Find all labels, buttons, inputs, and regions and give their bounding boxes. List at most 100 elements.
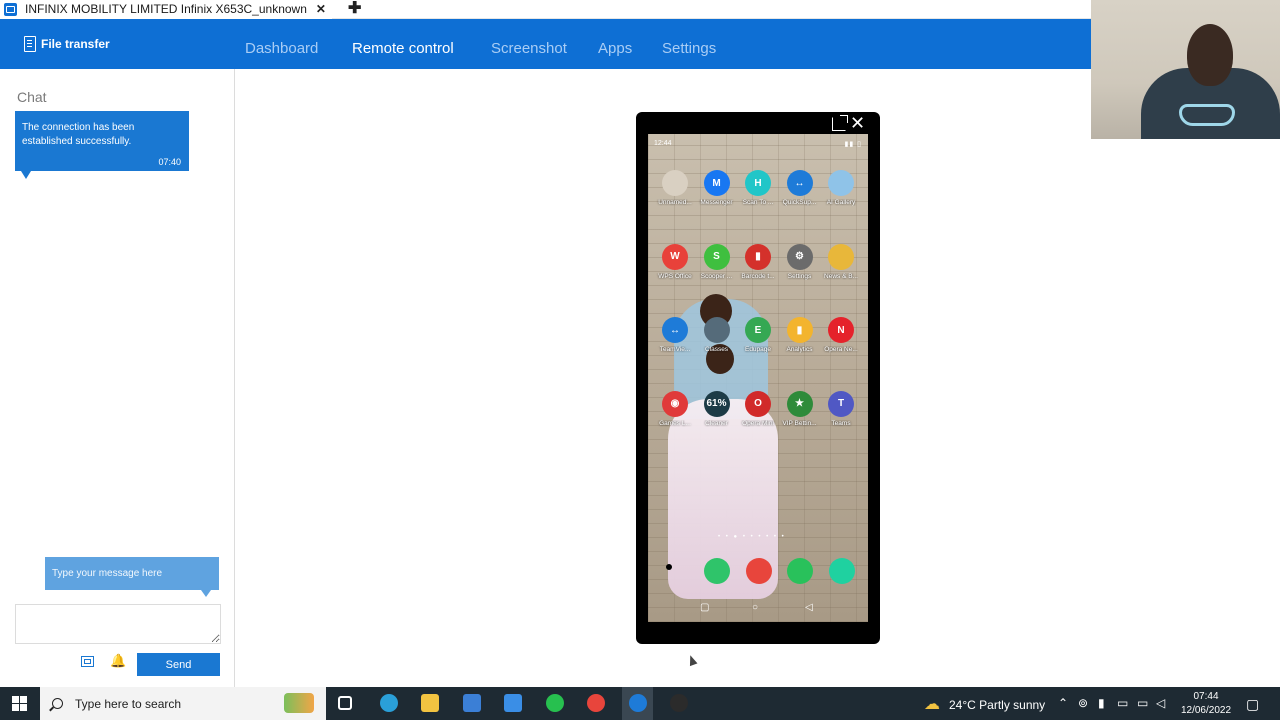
send-button[interactable]: Send	[137, 653, 220, 676]
app-3[interactable]: H Scan To ...	[737, 170, 779, 206]
task-view-icon[interactable]	[338, 696, 352, 710]
app-11[interactable]: ↔ TeamVie...	[654, 317, 696, 353]
edge-icon[interactable]	[379, 694, 398, 712]
add-tab-icon[interactable]: ✚	[348, 1, 361, 17]
top-navigation: File transfer Dashboard Remote control S…	[0, 19, 1091, 69]
tab-screenshot[interactable]: Screenshot	[491, 40, 567, 57]
chat-message-time: 07:40	[158, 157, 181, 167]
app-icon: H	[745, 170, 771, 196]
app-label: Analytics	[786, 346, 813, 353]
microphone-icon[interactable]: ▮	[1098, 696, 1105, 710]
app-icon: ↔	[662, 317, 688, 343]
remote-phone-frame: ✕ 12:44 ▮▮ ▯ Unnamed... M Messenger H Scan T…	[636, 112, 880, 644]
chat-panel: Chat The connection has been established…	[0, 69, 235, 687]
app-20[interactable]: T Teams	[820, 390, 862, 427]
app-label: Scooper ...	[700, 272, 733, 280]
volume-icon[interactable]: ◁	[1156, 696, 1165, 710]
clock-date: 12/06/2022	[1180, 705, 1232, 716]
bell-icon[interactable]: 🔔	[110, 654, 126, 667]
app-icon: ◉	[662, 390, 688, 417]
close-tab-icon[interactable]: ✕	[316, 2, 326, 16]
app-icon: W	[662, 243, 688, 270]
clock[interactable]: 07:44 12/06/2022	[1180, 690, 1232, 718]
tab-settings[interactable]: Settings	[662, 40, 716, 57]
app-19[interactable]: ★ VIP Bettin...	[779, 390, 821, 427]
messages-app-icon[interactable]	[828, 558, 855, 584]
home-button[interactable]: ○	[752, 602, 758, 613]
app-label: Teams	[831, 419, 851, 427]
search-placeholder: Type here to search	[75, 696, 182, 711]
app-6[interactable]: W WPS Office	[654, 243, 696, 280]
app-15[interactable]: N Opera Ne...	[820, 317, 862, 353]
app-1[interactable]: Unnamed...	[654, 170, 696, 206]
app-14[interactable]: ▮ Analytics	[779, 317, 821, 353]
back-button[interactable]: ◁	[805, 602, 813, 613]
phone-screen[interactable]: 12:44 ▮▮ ▯ Unnamed... M Messenger H Scan To …	[648, 134, 868, 622]
chat-input[interactable]	[15, 604, 221, 644]
whatsapp-app-icon[interactable]	[787, 558, 813, 584]
search-highlight-art	[284, 693, 314, 713]
chrome-icon[interactable]	[587, 694, 605, 712]
device-tab[interactable]: INFINIX MOBILITY LIMITED Infinix X653C_u…	[0, 0, 332, 19]
file-explorer-icon[interactable]	[421, 694, 439, 712]
app-9[interactable]: ⚙ Settings	[779, 243, 821, 280]
tab-apps[interactable]: Apps	[598, 40, 632, 57]
store-icon[interactable]	[462, 694, 481, 712]
mouse-cursor	[686, 653, 698, 667]
app-label: VIP Bettin...	[782, 419, 817, 427]
app-label: QuickSup...	[782, 199, 817, 206]
teamviewer-tab-icon	[4, 2, 17, 16]
file-transfer-button[interactable]: File transfer	[24, 36, 110, 52]
app-4[interactable]: ↔ QuickSup...	[779, 170, 821, 206]
notifications-icon[interactable]: ▢	[1246, 696, 1259, 713]
mail-icon[interactable]	[504, 694, 522, 712]
whatsapp-icon[interactable]	[545, 694, 564, 712]
app-icon: 61%	[703, 390, 730, 417]
tab-remote-control[interactable]: Remote control	[352, 40, 454, 57]
display-icon[interactable]: ▭	[1137, 696, 1148, 710]
battery-icon[interactable]: ▭	[1117, 696, 1128, 710]
phone-app-icon[interactable]	[704, 558, 730, 584]
app-16[interactable]: ◉ Games L...	[654, 390, 696, 427]
weather-text[interactable]: 24°C Partly sunny	[949, 698, 1045, 712]
app-icon: T	[828, 390, 854, 417]
app-label: AI Gallery	[826, 199, 856, 206]
app-label: Scan To ...	[742, 199, 774, 206]
app-7[interactable]: S Scooper ...	[696, 243, 738, 280]
app-5[interactable]: AI Gallery	[820, 170, 862, 206]
clock-time: 07:44	[1193, 691, 1219, 702]
app-icon	[828, 170, 854, 196]
network-icon[interactable]: ⊚	[1078, 696, 1088, 710]
screen-share-icon[interactable]	[81, 656, 94, 667]
chrome-app-icon[interactable]	[745, 558, 772, 584]
obs-icon[interactable]	[670, 694, 688, 712]
app-12[interactable]: Classes	[696, 317, 738, 353]
close-icon[interactable]: ✕	[850, 114, 865, 132]
typing-hint: Type your message here	[45, 557, 219, 597]
app-label: Settings	[787, 272, 812, 280]
status-time: 12:44	[654, 140, 672, 147]
app-8[interactable]: ▮ Barcode t...	[737, 243, 779, 280]
app-18[interactable]: O Opera Mini	[737, 390, 779, 427]
app-label: Opera Ne...	[824, 346, 858, 353]
chevron-up-icon[interactable]: ⌃	[1058, 696, 1068, 710]
tab-dashboard[interactable]: Dashboard	[245, 40, 318, 57]
teamviewer-icon[interactable]	[628, 694, 647, 712]
app-10[interactable]: News & B...	[820, 243, 862, 280]
chat-title: Chat	[17, 89, 47, 105]
app-label: Edupage	[744, 346, 772, 353]
app-icon	[828, 243, 854, 270]
app-label: News & B...	[824, 272, 858, 280]
webcam-person-head	[1187, 24, 1233, 86]
app-13[interactable]: E Edupage	[737, 317, 779, 353]
taskbar-search[interactable]: Type here to search	[40, 687, 326, 720]
app-label: Games L...	[659, 419, 691, 427]
start-button[interactable]	[12, 696, 27, 711]
popout-icon[interactable]	[832, 115, 848, 131]
app-2[interactable]: M Messenger	[696, 170, 738, 206]
app-icon	[703, 317, 730, 343]
recents-button[interactable]: ▢	[700, 602, 709, 613]
tab-title: INFINIX MOBILITY LIMITED Infinix X653C_u…	[25, 2, 307, 16]
app-17[interactable]: 61% Cleaner	[696, 390, 738, 427]
app-label: WPS Office	[658, 272, 692, 280]
